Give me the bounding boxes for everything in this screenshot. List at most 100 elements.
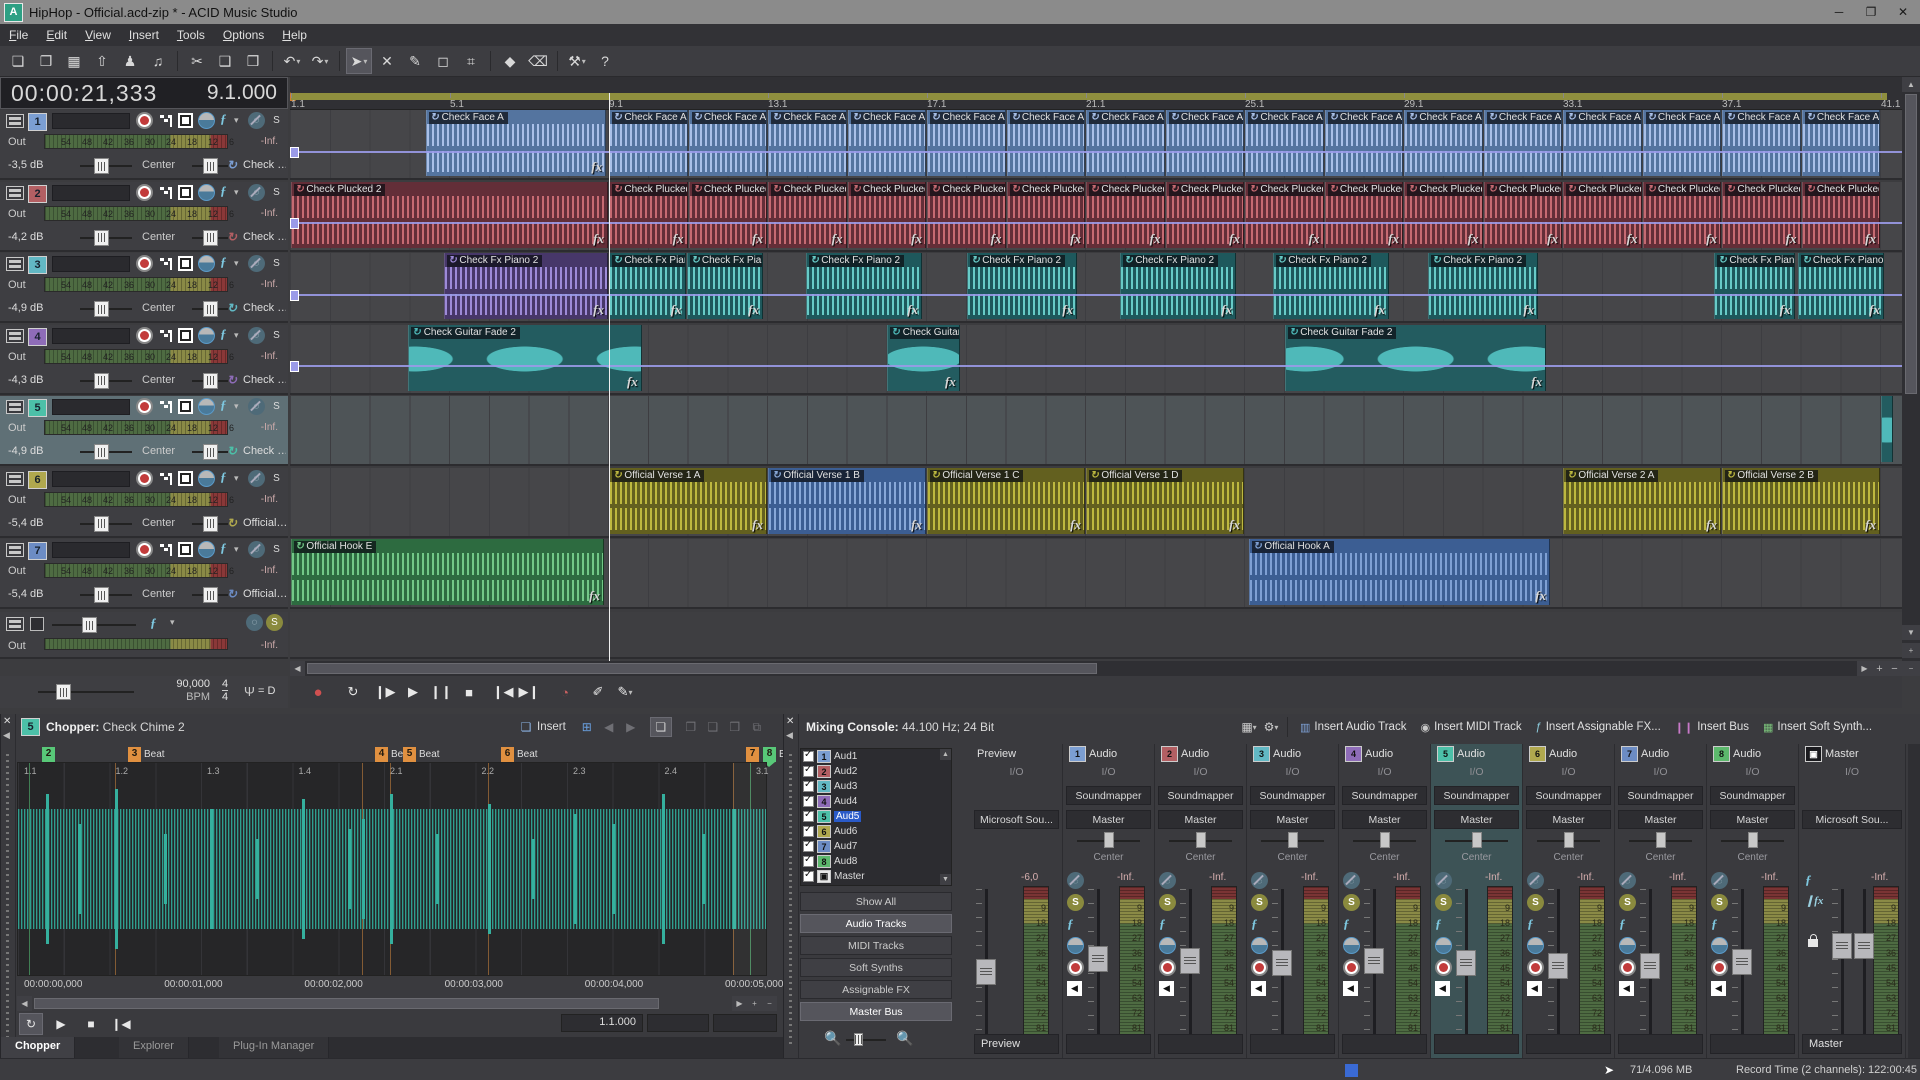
track-visible-checkbox[interactable] [803,751,814,762]
event-fx-badge[interactable]: fx [1535,588,1546,604]
strip-output-button[interactable]: Master [1710,810,1795,829]
strip-phones-mute-icon[interactable]: ◌ [1527,872,1544,889]
event-fx-badge[interactable]: fx [1706,231,1717,247]
insert-midi-track-button[interactable]: ◉Insert MIDI Track [1420,721,1521,734]
master-fx-automation-icon[interactable]: ❙fx [1805,894,1823,907]
track-list-item[interactable]: 7 Aud7 [801,839,951,854]
insert-bus-button[interactable]: ❙❙Insert Bus [1675,721,1749,734]
list-scroll-down[interactable]: ▼ [940,874,951,885]
event-fx-badge[interactable]: fx [832,231,843,247]
playhead-cursor[interactable] [609,93,610,661]
event-fx-badge[interactable]: fx [1627,231,1638,247]
arm-record-button[interactable] [136,398,153,415]
chopper-length-value[interactable] [647,1014,709,1032]
strip-phones-mute-icon[interactable]: ◌ [1251,872,1268,889]
mute-button[interactable] [178,542,193,557]
track-name-field[interactable] [52,113,130,129]
mute-button[interactable] [178,471,193,486]
chopper-go-to-start-button[interactable]: ❙◀ [109,1013,133,1035]
play-from-start-button[interactable]: ❙▶ [372,680,398,704]
console-zoom-out-icon[interactable]: 🔍 [824,1030,841,1047]
strip-output-button[interactable]: Master [1526,810,1611,829]
strip-fx-button[interactable]: ƒ [1619,916,1636,932]
bus-volume-slider[interactable] [52,624,136,626]
strip-record-button[interactable] [1343,959,1360,976]
event-fx-badge[interactable]: fx [591,159,602,175]
master-fader-lock-icon[interactable] [1808,939,1818,947]
audio-event[interactable]: ↻Official Verse 1 A fx [609,468,767,534]
event-fx-badge[interactable]: fx [1547,231,1558,247]
chopper-collapse-icon[interactable]: ◀ [3,730,10,741]
strip-solo-indicator-icon[interactable]: S [1343,894,1360,911]
audio-event[interactable]: ↻Check Fx Piano 2 fx [609,253,686,319]
track-caret-icon[interactable]: ▾ [234,544,239,555]
event-fx-badge[interactable]: fx [752,517,763,533]
solo-button[interactable] [198,112,215,129]
bpm-value[interactable]: 90,000 [176,678,210,690]
timeline-v-scrollbar[interactable]: ▲ ▼ + − [1902,77,1920,676]
redo-button[interactable]: ↷▾ [307,48,333,74]
audio-event[interactable]: ↻Check Plucked 2 fx [689,182,768,248]
envelope-tool-button[interactable]: ✐ [585,680,611,704]
strip-solo-button[interactable] [1251,937,1268,954]
track-number-badge[interactable]: 7 [28,542,47,560]
strip-phones-mute-icon[interactable]: ◌ [1711,872,1728,889]
track-name-field[interactable] [52,471,130,487]
arm-record-button[interactable] [136,112,153,129]
scroll-down-button[interactable]: ▼ [1902,625,1920,640]
solo-button[interactable] [198,184,215,201]
strip-solo-indicator-icon[interactable]: S [1251,894,1268,911]
h-scroll-thumb[interactable] [307,663,1097,674]
new-file-button[interactable]: ❏ [5,48,31,74]
track-visible-checkbox[interactable] [803,766,814,777]
insert-selection-icon[interactable]: ❏ [515,717,537,737]
console-track-list[interactable]: 1 Aud1 2 Aud2 3 Aud3 4 Aud4 5 Aud5 6 Aud… [800,748,952,886]
audio-event[interactable]: ↻Check Face A [689,110,768,176]
paste-button[interactable]: ❒ [240,48,266,74]
chopper-end-value[interactable] [713,1014,777,1032]
track-lane-4[interactable]: ↻Check Guitar Fade 2 fx ↻Check Guitar Fa… [290,325,1902,395]
strip-fader-handle[interactable] [976,959,996,985]
chopper-marker-bar[interactable]: 2 3 Beat4 Bea5 Beat6 Beat7 8 Beat [15,740,780,762]
track-pan-slider[interactable] [192,451,228,453]
open-button[interactable]: ❐ [33,48,59,74]
track-lane-7[interactable]: ↻Official Hook E fx ↻Official Hook A fx [290,539,1902,609]
audio-event[interactable]: ↻Check Fx Piano 2 fx [1428,253,1538,319]
audio-event[interactable]: ↻Check Guitar Fade 2 fx [1285,325,1546,391]
strip-output-meter-icon[interactable]: ◀ [1711,981,1726,996]
selection-tool-button[interactable]: ◻ [430,48,456,74]
bus-icon[interactable] [30,617,44,631]
track-fx-button[interactable]: ƒ [220,254,227,270]
strip-solo-button[interactable] [1435,937,1452,954]
chopper-scrollbar[interactable]: ◀ ▶ + − [17,995,777,1011]
track-fx-button[interactable]: ƒ [220,540,227,556]
mixer-strip-master[interactable]: ▣ MasterI/OMicrosoft Sou...-Inf. 9182736… [1799,744,1906,1058]
event-fx-badge[interactable]: fx [1780,302,1791,318]
marker-flag[interactable]: 6 [501,747,514,762]
strip-output-button[interactable]: Master [1342,810,1427,829]
console-zoom-in-icon[interactable]: 🔍 [896,1030,913,1047]
chopper-zoom-in[interactable]: + [747,996,762,1011]
track-header-3[interactable]: 3 ƒ ▾ ◌ S Out 54484236302418126 -Inf. -4… [0,253,288,323]
track-collapse-icon[interactable] [6,472,24,486]
strip-fader-handle[interactable] [1272,950,1292,976]
strip-phones-mute-icon[interactable]: ◌ [1619,872,1636,889]
audio-event[interactable]: ↻Check Face A [848,110,927,176]
draw-tool-button[interactable]: ➤▾ [346,48,372,74]
track-lane-6[interactable]: ↻Official Verse 1 A fx ↻Official Verse 1… [290,468,1902,538]
strip-fx-button[interactable]: ƒ [1067,916,1084,932]
track-number-badge[interactable]: 4 [28,328,47,346]
event-fx-badge[interactable]: fx [1468,231,1479,247]
strip-pan-slider[interactable] [1104,832,1114,848]
strip-record-button[interactable] [1527,959,1544,976]
audio-event[interactable]: ↻Check Plucked 2 fx [1007,182,1086,248]
chopper-waveform[interactable]: 1.11.21.31.42.12.22.32.43.1 [17,762,767,976]
track-header-1[interactable]: 1 ƒ ▾ ◌ S Out 54484236302418126 -Inf. -3… [0,110,288,180]
mute-button[interactable] [178,399,193,414]
track-volume-value[interactable]: -3,5 dB [8,159,43,171]
track-caret-icon[interactable]: ▾ [234,115,239,126]
event-fx-badge[interactable]: fx [1869,302,1880,318]
track-name-field[interactable] [52,185,130,201]
track-header-5[interactable]: 5 ƒ ▾ ◌ S Out 54484236302418126 -Inf. -4… [0,396,288,466]
track-properties-icon[interactable] [160,401,172,413]
